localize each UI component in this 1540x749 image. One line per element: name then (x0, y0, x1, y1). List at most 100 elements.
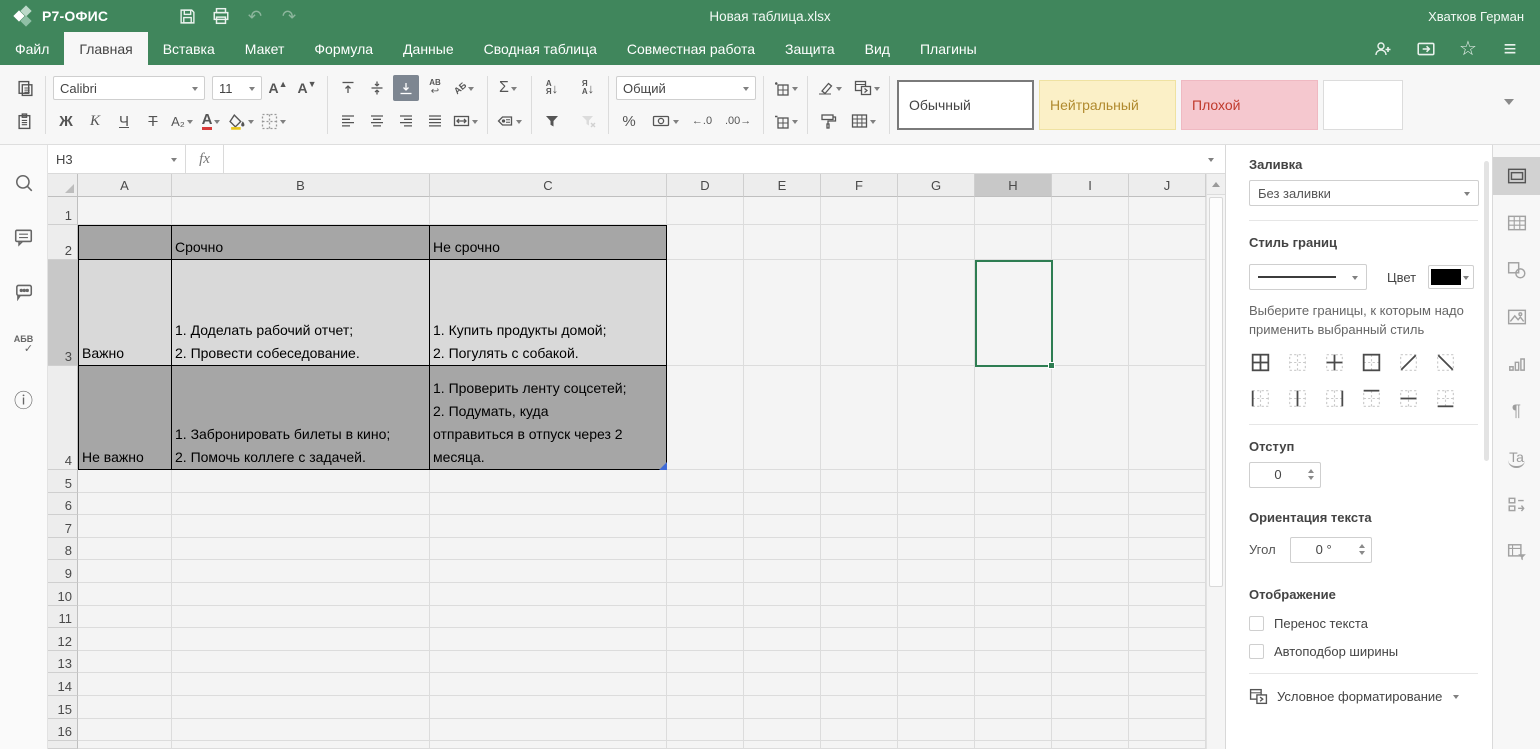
cell-D16[interactable] (667, 719, 744, 742)
row-header-8[interactable]: 8 (48, 538, 78, 561)
cell-D8[interactable] (667, 538, 744, 561)
cell-F16[interactable] (821, 719, 898, 742)
tab-insert[interactable]: Вставка (148, 32, 230, 65)
cell-H9[interactable] (975, 560, 1052, 583)
cell-F7[interactable] (821, 515, 898, 538)
cell-F4[interactable] (821, 366, 898, 470)
cell-C14[interactable] (430, 673, 667, 696)
cell-I9[interactable] (1052, 560, 1129, 583)
conditional-formatting-dropdown-panel[interactable]: Условное форматирование (1249, 688, 1478, 705)
cell-I8[interactable] (1052, 538, 1129, 561)
cell-C7[interactable] (430, 515, 667, 538)
column-header-G[interactable]: G (898, 174, 975, 197)
cell-B7[interactable] (172, 515, 430, 538)
angle-stepper[interactable]: 0 ° (1290, 537, 1372, 563)
cell-F10[interactable] (821, 583, 898, 606)
row-header-15[interactable]: 15 (48, 696, 78, 719)
column-header-J[interactable]: J (1129, 174, 1206, 197)
cell-F5[interactable] (821, 470, 898, 493)
cell-G16[interactable] (898, 719, 975, 742)
cell-J15[interactable] (1129, 696, 1206, 719)
chat-button[interactable] (10, 277, 38, 305)
row-header-16[interactable]: 16 (48, 719, 78, 742)
add-user-button[interactable] (1366, 32, 1402, 65)
cell-A8[interactable] (78, 538, 172, 561)
cell-E1[interactable] (744, 197, 821, 225)
tab-view[interactable]: Вид (850, 32, 905, 65)
column-header-E[interactable]: E (744, 174, 821, 197)
cell-H6[interactable] (975, 493, 1052, 516)
cell-G12[interactable] (898, 628, 975, 651)
row-header-14[interactable]: 14 (48, 673, 78, 696)
cell-H8[interactable] (975, 538, 1052, 561)
border-bottom-button[interactable] (1434, 388, 1456, 410)
cell-Hx[interactable] (975, 741, 1052, 749)
cell-Jx[interactable] (1129, 741, 1206, 749)
cell-G3[interactable] (898, 260, 975, 366)
cell-C12[interactable] (430, 628, 667, 651)
border-none-button[interactable] (1286, 352, 1308, 374)
cell-A4[interactable]: Не важно (78, 366, 172, 470)
cell-H7[interactable] (975, 515, 1052, 538)
cell-J2[interactable] (1129, 225, 1206, 260)
cell-H2[interactable] (975, 225, 1052, 260)
align-top-button[interactable] (335, 75, 361, 101)
cell-A10[interactable] (78, 583, 172, 606)
cell-H3[interactable] (975, 260, 1052, 366)
cell-G11[interactable] (898, 606, 975, 629)
format-as-table-dropdown[interactable] (849, 108, 878, 134)
row-header-13[interactable]: 13 (48, 651, 78, 674)
cell-C11[interactable] (430, 606, 667, 629)
cell-G14[interactable] (898, 673, 975, 696)
cell-J9[interactable] (1129, 560, 1206, 583)
shape-settings-button[interactable] (1493, 251, 1540, 289)
vertical-scrollbar[interactable] (1206, 174, 1225, 749)
cell-B14[interactable] (172, 673, 430, 696)
cell-E14[interactable] (744, 673, 821, 696)
about-button[interactable]: ⓘ (10, 385, 38, 413)
cell-C6[interactable] (430, 493, 667, 516)
cell-I2[interactable] (1052, 225, 1129, 260)
spellcheck-button[interactable]: АБВ ✓ (10, 331, 38, 359)
cell-H11[interactable] (975, 606, 1052, 629)
cell-A2[interactable] (78, 225, 172, 260)
wrap-text-checkbox[interactable] (1249, 616, 1264, 631)
cell-F14[interactable] (821, 673, 898, 696)
border-diagonal-down-button[interactable] (1434, 352, 1456, 374)
cell-A13[interactable] (78, 651, 172, 674)
cell-B11[interactable] (172, 606, 430, 629)
cell-B2[interactable]: Срочно (172, 225, 430, 260)
cell-H10[interactable] (975, 583, 1052, 606)
cell-C1[interactable] (430, 197, 667, 225)
cell-Ax[interactable] (78, 741, 172, 749)
cell-E2[interactable] (744, 225, 821, 260)
cell-D13[interactable] (667, 651, 744, 674)
decrease-decimal-button[interactable]: ←.0 (689, 108, 715, 134)
row-header-1[interactable]: 1 (48, 197, 78, 225)
cell-I12[interactable] (1052, 628, 1129, 651)
cell-G13[interactable] (898, 651, 975, 674)
decrease-font-button[interactable]: A▼ (294, 75, 320, 101)
expand-formula-bar-button[interactable] (1195, 145, 1225, 173)
column-header-C[interactable]: C (430, 174, 667, 197)
delete-cells-dropdown[interactable] (771, 108, 800, 134)
row-header-partial[interactable] (48, 741, 78, 749)
autofit-width-checkbox[interactable] (1249, 644, 1264, 659)
increase-font-button[interactable]: A▲ (265, 75, 291, 101)
cell-A3[interactable]: Важно (78, 260, 172, 366)
row-header-11[interactable]: 11 (48, 606, 78, 629)
cell-E3[interactable] (744, 260, 821, 366)
undo-button[interactable]: ↶ (238, 0, 272, 32)
cell-G5[interactable] (898, 470, 975, 493)
cell-Dx[interactable] (667, 741, 744, 749)
paragraph-settings-button[interactable]: ¶ (1493, 392, 1540, 430)
cell-I7[interactable] (1052, 515, 1129, 538)
underline-button[interactable]: Ч (111, 108, 137, 134)
favorites-button[interactable]: ☆ (1450, 32, 1486, 65)
cell-E6[interactable] (744, 493, 821, 516)
row-header-4[interactable]: 4 (48, 366, 78, 470)
cell-G7[interactable] (898, 515, 975, 538)
cell-style-normal[interactable]: Обычный (897, 80, 1034, 130)
column-header-I[interactable]: I (1052, 174, 1129, 197)
cell-I15[interactable] (1052, 696, 1129, 719)
